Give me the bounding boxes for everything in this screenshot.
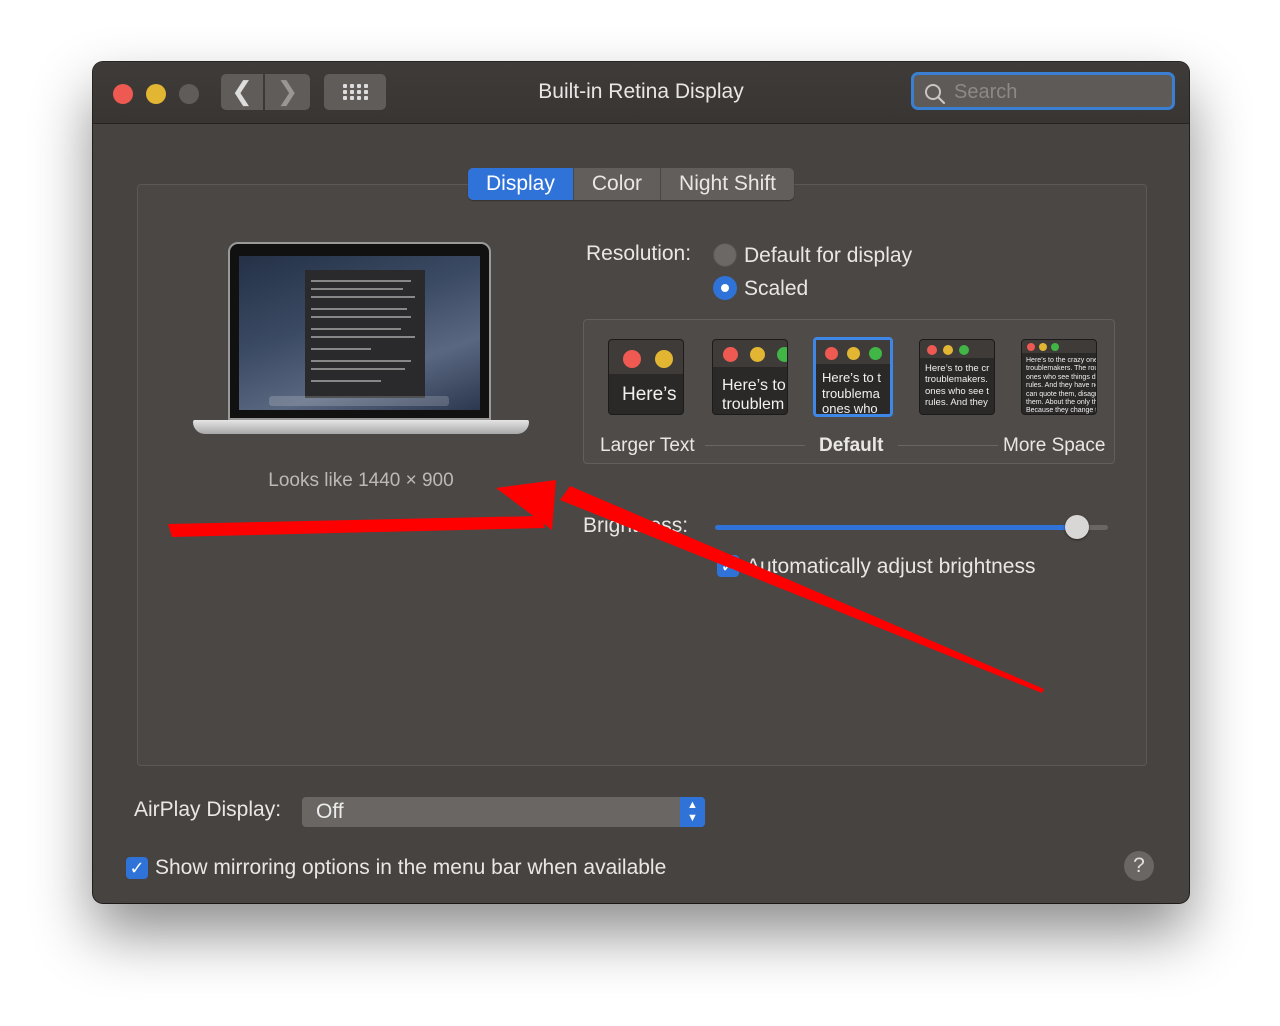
updown-chevron-icon: ▲ ▼	[680, 797, 705, 827]
search-field[interactable]	[911, 72, 1175, 110]
radio-default-for-display[interactable]	[713, 243, 737, 267]
default-label: Default	[819, 435, 884, 456]
scale-option-3-default[interactable]: Here’s to t troublema ones who	[813, 337, 893, 417]
checkmark-icon: ✓	[720, 556, 736, 576]
window-title: Built-in Retina Display	[538, 80, 744, 103]
chevron-right-icon: ❯	[276, 76, 299, 106]
scale-option-4[interactable]: Here’s to the cr troublemakers. ones who…	[919, 339, 995, 415]
airplay-display-value: Off	[316, 800, 344, 823]
tab-bar: Display Color Night Shift	[468, 168, 794, 200]
scale-option-2[interactable]: Here’s to troublem	[712, 339, 788, 415]
radio-scaled[interactable]	[713, 276, 737, 300]
show-all-button[interactable]	[324, 74, 386, 110]
airplay-display-select[interactable]: Off ▲ ▼	[302, 797, 705, 827]
mirroring-checkbox[interactable]: ✓	[126, 857, 148, 879]
laptop-preview-image	[193, 242, 529, 442]
scale-option-5-sample: Here’s to the crazy one troublemakers. T…	[1026, 357, 1097, 415]
tab-display[interactable]: Display	[468, 168, 574, 200]
forward-button[interactable]: ❯	[265, 74, 310, 110]
scale-option-3-sample: Here’s to t troublema ones who	[822, 370, 882, 417]
radio-scaled-label[interactable]: Scaled	[744, 277, 808, 301]
chevron-left-icon: ❮	[231, 76, 253, 106]
scale-divider-left	[705, 445, 805, 446]
document-window-preview	[305, 270, 425, 398]
tab-color[interactable]: Color	[574, 168, 662, 200]
zoom-window-button	[179, 84, 199, 104]
checkmark-icon: ✓	[129, 858, 145, 878]
close-window-button[interactable]	[113, 84, 133, 104]
scale-option-4-sample: Here’s to the cr troublemakers. ones who…	[925, 363, 990, 409]
help-icon: ?	[1133, 854, 1145, 877]
brightness-slider[interactable]	[715, 515, 1108, 539]
brightness-slider-knob[interactable]	[1065, 515, 1089, 539]
dock-preview	[269, 396, 449, 406]
brightness-label: Brightness:	[583, 514, 689, 537]
auto-brightness-label[interactable]: Automatically adjust brightness	[746, 555, 1035, 579]
airplay-display-label: AirPlay Display:	[134, 798, 282, 821]
title-bar: ❮ ❯ Built-in Retina Display	[93, 62, 1189, 124]
more-space-label: More Space	[1003, 435, 1106, 456]
laptop-base	[193, 420, 529, 434]
grid-icon	[343, 84, 368, 100]
scale-option-2-sample: Here’s to troublem	[722, 377, 786, 414]
help-button[interactable]: ?	[1124, 851, 1154, 881]
search-input[interactable]	[952, 79, 1166, 105]
scale-divider-right	[898, 445, 998, 446]
laptop-screen	[239, 256, 480, 410]
resolution-label: Resolution:	[586, 242, 692, 265]
search-icon	[925, 84, 946, 105]
scale-option-1-sample: Here’s	[622, 384, 677, 405]
tab-night-shift[interactable]: Night Shift	[661, 168, 794, 200]
scale-option-1[interactable]: Here’s	[608, 339, 684, 415]
radio-default-for-display-label[interactable]: Default for display	[744, 244, 912, 268]
system-preferences-window: ❮ ❯ Built-in Retina Display Display Colo…	[93, 62, 1189, 903]
looks-like-label: Looks like 1440 × 900	[268, 470, 454, 491]
auto-brightness-checkbox[interactable]: ✓	[717, 555, 739, 577]
brightness-slider-fill	[715, 525, 1077, 530]
mirroring-label[interactable]: Show mirroring options in the menu bar w…	[155, 856, 666, 880]
minimize-window-button[interactable]	[146, 84, 166, 104]
larger-text-label: Larger Text	[600, 435, 695, 456]
scale-option-5[interactable]: Here’s to the crazy one troublemakers. T…	[1021, 339, 1097, 415]
back-button[interactable]: ❮	[221, 74, 263, 110]
laptop-lid	[228, 242, 491, 420]
